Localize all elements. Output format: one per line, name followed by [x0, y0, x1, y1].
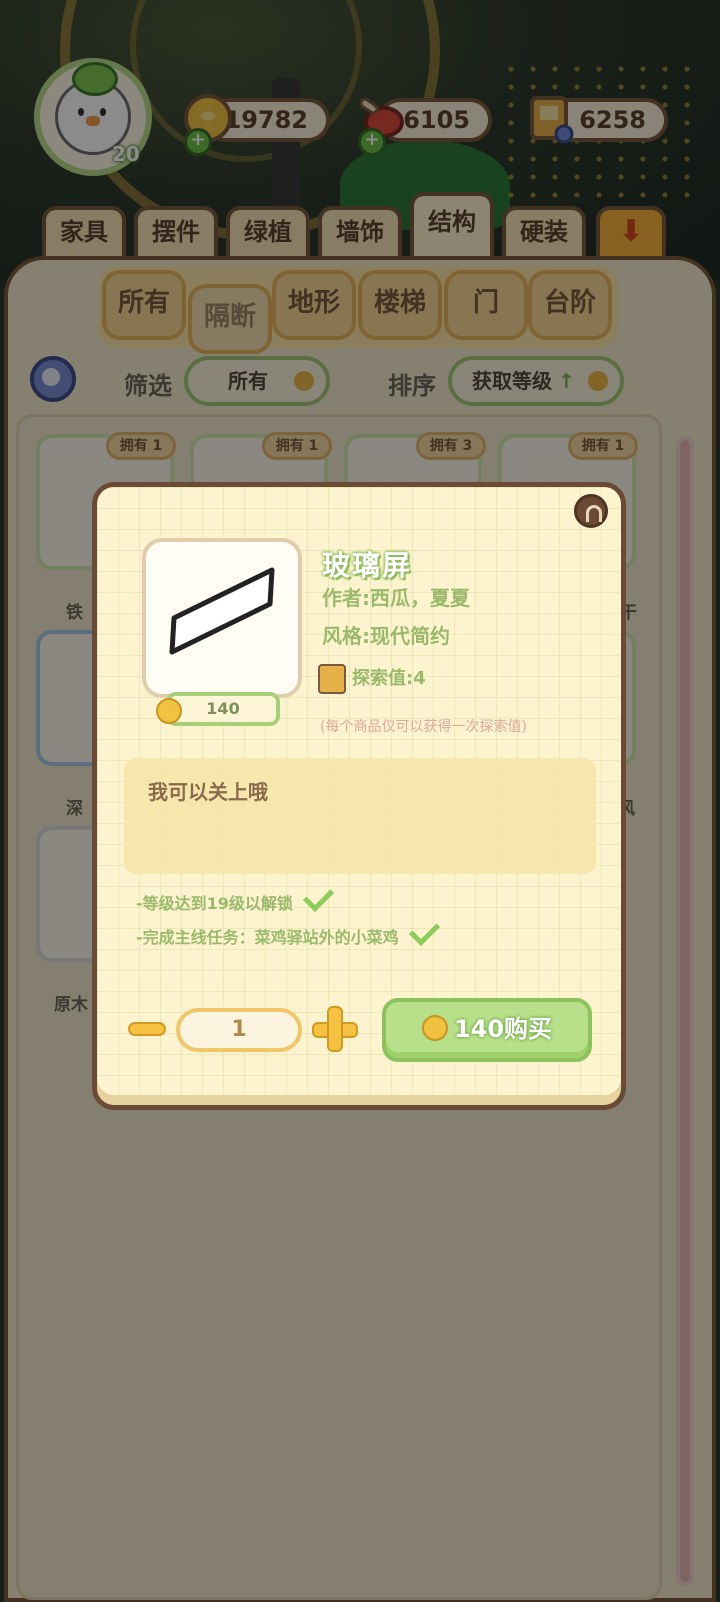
increase-quantity-button[interactable]	[312, 1006, 358, 1052]
item-description: 我可以关上哦	[148, 780, 268, 804]
requirement-text: -等级达到19级以解锁	[136, 894, 293, 913]
buy-label: 140购买	[453, 1015, 553, 1043]
requirement-row: -等级达到19级以解锁	[136, 880, 334, 914]
buy-button[interactable]: 140购买	[382, 998, 592, 1062]
quantity-field[interactable]: 1	[176, 1008, 302, 1052]
book-icon	[318, 664, 346, 694]
item-author: 作者:西瓜，夏夏	[322, 586, 470, 610]
item-price: 140	[206, 699, 240, 718]
decrease-quantity-button[interactable]	[128, 1022, 166, 1036]
explore-note: (每个商品仅可以获得一次探索值)	[320, 719, 527, 735]
coin-icon	[156, 698, 182, 724]
coin-icon	[421, 1015, 448, 1041]
item-style: 风格:现代简约	[322, 624, 450, 648]
glass-screen-icon	[169, 567, 275, 655]
requirement-text: -完成主线任务：菜鸡驿站外的小菜鸡	[136, 928, 399, 947]
requirement-row: -完成主线任务：菜鸡驿站外的小菜鸡	[136, 914, 440, 948]
close-icon[interactable]	[574, 494, 608, 528]
item-title: 玻璃屏	[322, 549, 413, 582]
item-price-tag: 140	[156, 692, 280, 726]
item-preview	[142, 538, 302, 698]
item-explore-value: 探索值:4	[352, 668, 426, 689]
